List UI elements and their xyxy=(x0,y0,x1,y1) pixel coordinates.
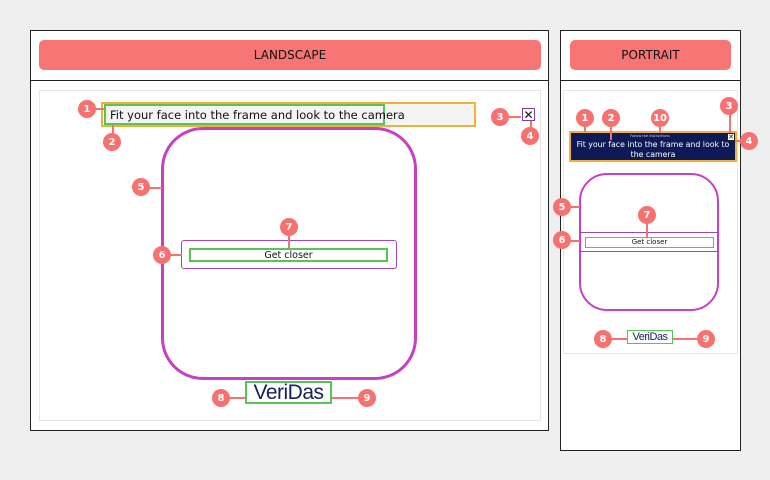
annotation-badge: 1 xyxy=(576,109,594,127)
annotation-badge: 8 xyxy=(212,389,230,407)
annotation-badge: 10 xyxy=(651,109,669,127)
annotation-badge: 1 xyxy=(78,100,96,118)
annotation-badge: 4 xyxy=(740,132,758,150)
portrait-veridas-logo: VeriDas xyxy=(627,330,673,344)
landscape-feedback-label: Get closer xyxy=(189,248,388,262)
portrait-divider xyxy=(561,80,740,81)
leader-line xyxy=(570,206,580,208)
annotation-badge: 2 xyxy=(103,133,121,151)
annotation-badge: 9 xyxy=(358,389,376,407)
leader-line xyxy=(610,126,612,140)
leader-line xyxy=(584,126,586,132)
landscape-header: LANDSCAPE xyxy=(39,40,541,70)
leader-line xyxy=(332,397,359,399)
annotation-badge: 5 xyxy=(553,198,571,216)
annotation-badge: 7 xyxy=(638,206,656,224)
annotation-badge: 3 xyxy=(720,97,738,115)
leader-line xyxy=(288,234,290,248)
annotation-badge: 2 xyxy=(602,109,620,127)
annotation-badge: 5 xyxy=(132,178,150,196)
portrait-prompt-text: Fit your face into the frame and look to… xyxy=(576,140,730,159)
leader-line xyxy=(228,397,245,399)
landscape-veridas-logo: VeriDas xyxy=(245,381,332,404)
portrait-header: PORTRAIT xyxy=(570,40,731,70)
annotation-badge: 4 xyxy=(521,127,539,145)
annotation-badge: 6 xyxy=(553,231,571,249)
landscape-divider xyxy=(31,80,548,81)
leader-line xyxy=(659,126,661,133)
annotation-badge: 8 xyxy=(594,330,612,348)
close-icon: ✕ xyxy=(523,107,534,122)
portrait-feedback-label: Get closer xyxy=(585,237,714,248)
leader-line xyxy=(646,223,648,237)
annotation-badge: 3 xyxy=(491,108,509,126)
leader-line xyxy=(570,240,580,242)
leader-line xyxy=(735,140,741,142)
portrait-close-button[interactable]: ✕ xyxy=(727,133,735,141)
leader-line xyxy=(611,338,627,340)
annotation-badge: 6 xyxy=(153,246,171,264)
annotation-badge: 9 xyxy=(697,330,715,348)
landscape-prompt-text: Fit your face into the frame and look to… xyxy=(104,104,405,125)
close-icon: ✕ xyxy=(728,132,734,141)
annotation-badge: 7 xyxy=(280,218,298,236)
landscape-close-button[interactable]: ✕ xyxy=(522,108,535,121)
leader-line xyxy=(729,114,731,133)
leader-line xyxy=(673,338,697,340)
portrait-subtitle: Follow the instructions xyxy=(630,134,670,138)
